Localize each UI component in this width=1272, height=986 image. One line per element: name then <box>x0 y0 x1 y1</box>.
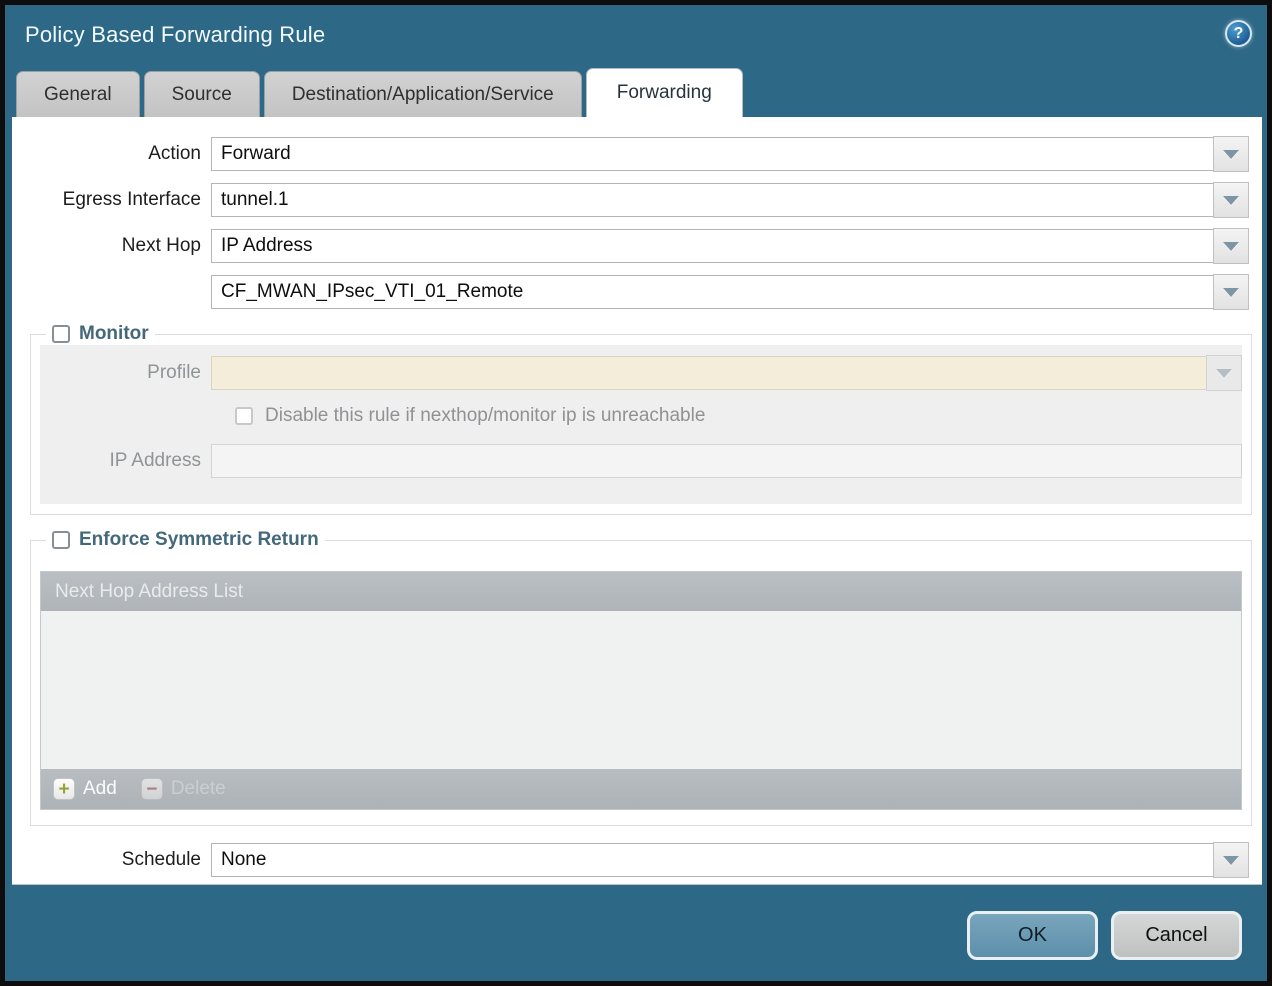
tab-forwarding[interactable]: Forwarding <box>586 68 743 117</box>
add-button[interactable]: + Add <box>53 778 117 800</box>
plus-icon: + <box>53 778 75 800</box>
tab-bar: General Source Destination/Application/S… <box>5 68 1267 117</box>
cancel-button[interactable]: Cancel <box>1111 911 1242 960</box>
minus-icon: − <box>141 778 163 800</box>
action-combobox <box>211 137 1249 171</box>
next-hop-type-combobox <box>211 229 1249 263</box>
egress-interface-input[interactable] <box>211 183 1213 217</box>
enforce-symmetric-return-fieldset: Enforce Symmetric Return Next Hop Addres… <box>30 529 1252 826</box>
policy-based-forwarding-rule-dialog: Policy Based Forwarding Rule ? General S… <box>0 0 1272 986</box>
enforce-symmetric-return-legend: Enforce Symmetric Return <box>46 529 325 551</box>
monitor-legend: Monitor <box>46 323 155 345</box>
monitor-fieldset: Monitor Profile Disable this rule <box>30 323 1252 515</box>
help-icon[interactable]: ? <box>1225 20 1252 47</box>
tab-destination-application-service[interactable]: Destination/Application/Service <box>264 71 582 117</box>
add-button-label: Add <box>83 778 117 800</box>
next-hop-type-dropdown-button[interactable] <box>1213 228 1249 264</box>
next-hop-address-row <box>12 275 1249 309</box>
monitor-ip-address-field <box>211 444 1242 478</box>
monitor-panel: Profile Disable this rule if nexthop/mon… <box>40 345 1242 504</box>
ok-button[interactable]: OK <box>967 911 1098 960</box>
action-dropdown-button[interactable] <box>1213 136 1249 172</box>
enforce-symmetric-return-label: Enforce Symmetric Return <box>79 529 319 551</box>
monitor-disable-rule-row: Disable this rule if nexthop/monitor ip … <box>235 405 1242 427</box>
monitor-ip-address-row: IP Address <box>40 444 1242 478</box>
table-body-empty <box>41 611 1241 769</box>
dropdown-arrow-icon <box>1223 196 1239 205</box>
delete-button-label: Delete <box>171 778 226 800</box>
dropdown-arrow-icon <box>1223 242 1239 251</box>
schedule-input[interactable] <box>211 843 1213 877</box>
action-input[interactable] <box>211 137 1213 171</box>
action-row: Action <box>12 137 1249 171</box>
dialog-footer: OK Cancel <box>5 885 1267 960</box>
schedule-dropdown-button[interactable] <box>1213 842 1249 878</box>
monitor-profile-combobox <box>211 356 1242 390</box>
next-hop-address-combobox <box>211 275 1249 309</box>
next-hop-address-input[interactable] <box>211 275 1213 309</box>
schedule-row: Schedule <box>12 843 1249 877</box>
monitor-profile-row: Profile <box>40 356 1242 390</box>
tab-general[interactable]: General <box>16 71 140 117</box>
dialog-titlebar: Policy Based Forwarding Rule ? <box>5 5 1267 68</box>
disable-rule-label: Disable this rule if nexthop/monitor ip … <box>265 405 705 427</box>
disable-rule-checkbox <box>235 407 253 425</box>
monitor-label: Monitor <box>79 323 149 345</box>
dropdown-arrow-icon <box>1216 369 1232 378</box>
schedule-combobox <box>211 843 1249 877</box>
action-label: Action <box>12 143 211 165</box>
egress-interface-dropdown-button[interactable] <box>1213 182 1249 218</box>
dropdown-arrow-icon <box>1223 150 1239 159</box>
help-glyph: ? <box>1234 25 1244 43</box>
enforce-symmetric-return-checkbox[interactable] <box>52 531 70 549</box>
dialog-title: Policy Based Forwarding Rule <box>25 22 325 47</box>
next-hop-type-input[interactable] <box>211 229 1213 263</box>
monitor-ip-address-label: IP Address <box>40 450 211 472</box>
next-hop-row: Next Hop <box>12 229 1249 263</box>
dropdown-arrow-icon <box>1223 288 1239 297</box>
tab-source[interactable]: Source <box>144 71 260 117</box>
egress-interface-label: Egress Interface <box>12 189 211 211</box>
monitor-profile-label: Profile <box>40 362 211 384</box>
monitor-profile-dropdown-button <box>1206 355 1242 391</box>
table-footer-toolbar: + Add − Delete <box>41 769 1241 809</box>
dropdown-arrow-icon <box>1223 856 1239 865</box>
egress-interface-combobox <box>211 183 1249 217</box>
next-hop-address-dropdown-button[interactable] <box>1213 274 1249 310</box>
next-hop-address-list-table: Next Hop Address List + Add − Delete <box>40 571 1242 810</box>
table-column-header: Next Hop Address List <box>41 572 1241 611</box>
next-hop-label: Next Hop <box>12 235 211 257</box>
monitor-ip-address-input <box>211 444 1242 478</box>
monitor-profile-input <box>211 356 1206 390</box>
egress-interface-row: Egress Interface <box>12 183 1249 217</box>
forwarding-tab-panel: Action Egress Interface Next Hop <box>12 117 1262 885</box>
monitor-checkbox[interactable] <box>52 325 70 343</box>
schedule-label: Schedule <box>12 849 211 871</box>
delete-button: − Delete <box>141 778 226 800</box>
